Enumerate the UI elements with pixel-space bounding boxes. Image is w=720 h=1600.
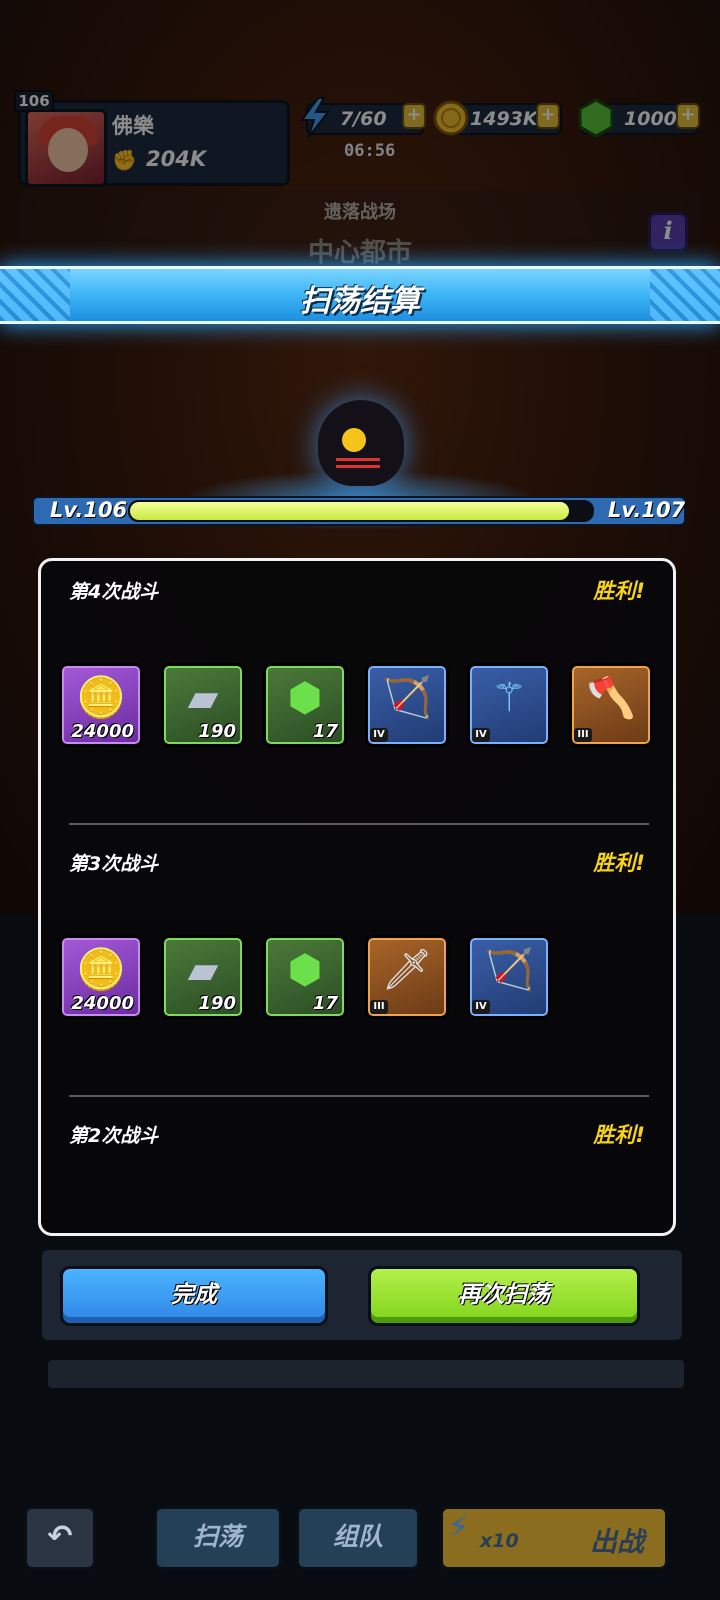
current-level: Lv.106 (50, 498, 128, 522)
reward-count: 17 (312, 993, 338, 1014)
battle-title: 第4次战斗 (69, 581, 159, 603)
reward-crossbow[interactable]: 🏹 IV (467, 935, 551, 1019)
back-arrow-icon: ↶ (47, 1519, 73, 1554)
reward-gold[interactable]: 🪙 24000 (59, 935, 143, 1019)
banner-title: 扫荡结算 (300, 284, 420, 319)
sweep-button[interactable]: 扫荡 (154, 1506, 282, 1570)
reward-count: 190 (198, 993, 236, 1014)
reward-count: 190 (198, 721, 236, 742)
sword-icon: 🗡 (381, 947, 433, 993)
gold-coins-icon: 🪙 (76, 675, 126, 721)
reward-count: 17 (312, 721, 338, 742)
reward-tier: IV (370, 728, 388, 742)
lower-strip (48, 1360, 684, 1388)
green-gem-icon: ⬢ (287, 675, 323, 721)
reward-gold[interactable]: 🪙 24000 (59, 663, 143, 747)
reward-tier: IV (472, 728, 490, 742)
team-button[interactable]: 组队 (296, 1506, 420, 1570)
reward-count: 24000 (71, 993, 134, 1014)
battle-cost: x10 (480, 1530, 519, 1552)
reward-gem[interactable]: ⬢ 17 (263, 935, 347, 1019)
back-button[interactable]: ↶ (24, 1506, 96, 1570)
silver-ingot-icon: ▰ (187, 675, 219, 721)
green-gem-icon: ⬢ (287, 947, 323, 993)
battle-label: 出战 (590, 1527, 644, 1558)
crossbow-icon: 🏹 (382, 675, 432, 721)
reward-count: 24000 (71, 721, 134, 742)
next-level: Lv.107 (608, 498, 686, 522)
reward-silver[interactable]: ▰ 190 (161, 935, 245, 1019)
battle-divider (69, 823, 649, 825)
battle-result: 胜利! (593, 851, 645, 875)
monster-mouth (336, 458, 380, 468)
reward-tier: IV (472, 1000, 490, 1014)
energy-bolt-icon: ⚡ (448, 1510, 470, 1545)
sweep-again-button[interactable]: 再次扫荡 (368, 1266, 640, 1326)
reward-tier: III (370, 1000, 388, 1014)
battle-result: 胜利! (593, 579, 645, 603)
reward-axe[interactable]: 🪓 III (569, 663, 653, 747)
reward-gem[interactable]: ⬢ 17 (263, 663, 347, 747)
axe-icon: 🪓 (586, 675, 636, 721)
reward-staff[interactable]: ⚚ IV (467, 663, 551, 747)
monster-eye (342, 428, 366, 452)
reward-tier: III (574, 728, 592, 742)
done-button[interactable]: 完成 (60, 1266, 328, 1326)
silver-ingot-icon: ▰ (187, 947, 219, 993)
reward-silver[interactable]: ▰ 190 (161, 663, 245, 747)
gold-coins-icon: 🪙 (76, 947, 126, 993)
level-progress-fill (130, 502, 569, 520)
battle-divider (69, 1095, 649, 1097)
battle-title: 第3次战斗 (69, 853, 159, 875)
battle-title: 第2次战斗 (69, 1125, 159, 1147)
crossbow-icon: 🏹 (484, 947, 534, 993)
battle-result: 胜利! (593, 1123, 645, 1147)
staff-icon: ⚚ (491, 675, 527, 721)
reward-crossbow[interactable]: 🏹 IV (365, 663, 449, 747)
sweep-results-panel[interactable]: 第4次战斗 胜利! 🪙 24000 ▰ 190 ⬢ 17 🏹 IV ⚚ IV 🪓… (38, 558, 676, 1236)
reward-sword[interactable]: 🗡 III (365, 935, 449, 1019)
